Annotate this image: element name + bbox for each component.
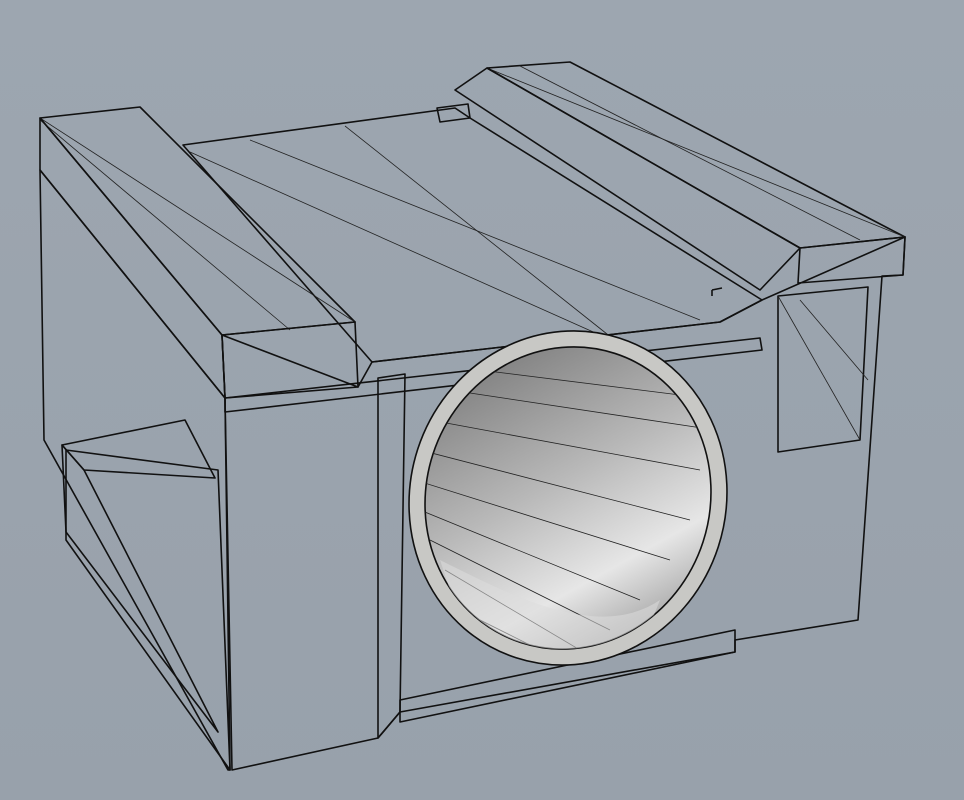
right-rail-top (486, 61, 906, 249)
3d-viewport[interactable] (0, 0, 964, 800)
left-rail-front (221, 321, 359, 399)
left-rail-top (39, 106, 356, 336)
front-left-column (377, 373, 406, 739)
left-side-wall (39, 169, 231, 771)
cad-model-render (39, 61, 906, 771)
right-recess-panel (777, 286, 869, 453)
